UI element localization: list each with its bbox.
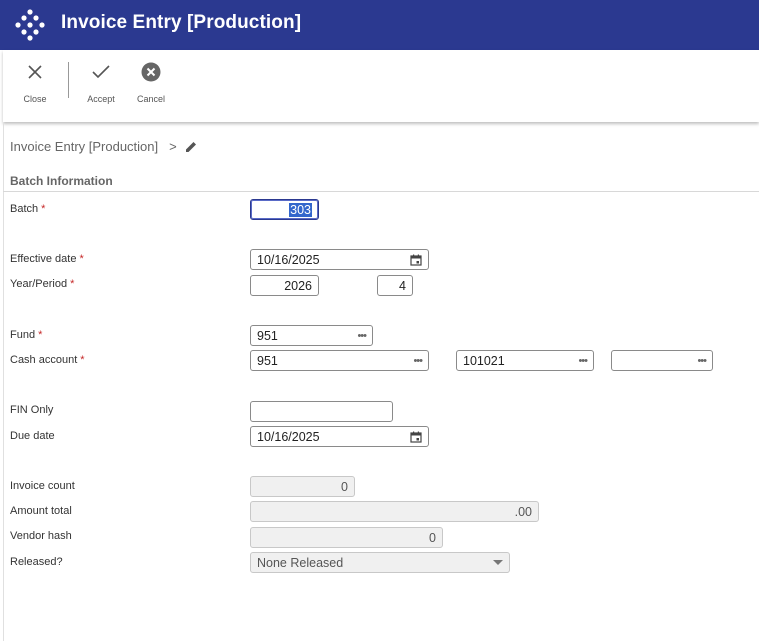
- section-divider: [3, 191, 759, 192]
- cash-account-number-value: 101021: [463, 353, 505, 368]
- required-marker: *: [79, 253, 84, 265]
- cancel-label: Cancel: [136, 94, 165, 104]
- close-icon: [28, 65, 42, 79]
- close-label: Close: [23, 94, 47, 104]
- fin-only-input[interactable]: [250, 401, 393, 422]
- effective-date-value: 10/16/2025: [257, 252, 320, 267]
- cash-account-extra-input[interactable]: •••: [611, 350, 713, 371]
- year-input[interactable]: 2026: [250, 275, 319, 296]
- required-marker: *: [80, 354, 85, 366]
- calendar-button[interactable]: [410, 254, 422, 266]
- amount-total-label: Amount total: [10, 505, 72, 517]
- released-label: Released?: [10, 556, 63, 568]
- effective-date-input[interactable]: 10/16/2025: [250, 249, 429, 270]
- batch-label-text: Batch: [10, 203, 39, 215]
- cash-account-label: Cash account *: [10, 354, 85, 366]
- year-period-label: Year/Period *: [10, 278, 74, 290]
- cancel-button[interactable]: Cancel: [126, 60, 176, 104]
- year-period-label-text: Year/Period: [10, 278, 68, 290]
- pencil-icon[interactable]: [184, 140, 198, 154]
- invoice-count-value: 0: [341, 479, 348, 494]
- amount-total-field: .00: [250, 501, 539, 522]
- vendor-hash-field: 0: [250, 527, 443, 548]
- breadcrumb-separator: >: [169, 139, 177, 154]
- chevron-down-icon: [493, 560, 503, 565]
- cancel-circle-icon: [141, 62, 161, 82]
- invoice-count-label: Invoice count: [10, 480, 75, 492]
- calendar-button[interactable]: [410, 431, 422, 443]
- breadcrumb-page[interactable]: Invoice Entry [Production]: [10, 139, 158, 154]
- fund-value: 951: [257, 328, 278, 343]
- ellipsis-icon[interactable]: •••: [413, 355, 423, 367]
- toolbar: Close Accept Cancel: [3, 50, 759, 122]
- app-logo-icon: [15, 9, 45, 41]
- effective-date-label-text: Effective date: [10, 253, 77, 265]
- toolbar-divider: [68, 62, 69, 98]
- checkmark-icon: [92, 65, 110, 79]
- content-border: [3, 122, 4, 641]
- vendor-hash-label: Vendor hash: [10, 530, 72, 542]
- cash-account-fund-input[interactable]: 951 •••: [250, 350, 429, 371]
- batch-input[interactable]: 303: [250, 199, 319, 220]
- fund-input[interactable]: 951 •••: [250, 325, 373, 346]
- cash-account-fund-value: 951: [257, 353, 278, 368]
- period-value: 4: [399, 278, 406, 293]
- required-marker: *: [70, 278, 75, 290]
- fund-label-text: Fund: [10, 329, 36, 341]
- fin-only-label: FIN Only: [10, 404, 54, 416]
- app-header: Invoice Entry [Production]: [0, 0, 759, 50]
- accept-label: Accept: [87, 94, 115, 104]
- cash-account-label-text: Cash account: [10, 354, 78, 366]
- required-marker: *: [41, 203, 46, 215]
- ellipsis-icon[interactable]: •••: [578, 355, 588, 367]
- calendar-icon: [410, 431, 422, 443]
- due-date-value: 10/16/2025: [257, 429, 320, 444]
- accept-button[interactable]: Accept: [76, 60, 126, 104]
- due-date-label: Due date: [10, 430, 55, 442]
- invoice-count-field: 0: [250, 476, 355, 497]
- close-button[interactable]: Close: [10, 60, 60, 104]
- breadcrumb: Invoice Entry [Production] >: [10, 139, 198, 154]
- ellipsis-icon[interactable]: •••: [697, 355, 707, 367]
- vendor-hash-value: 0: [429, 530, 436, 545]
- fund-label: Fund *: [10, 329, 42, 341]
- cash-account-number-input[interactable]: 101021 •••: [456, 350, 594, 371]
- batch-label: Batch *: [10, 203, 45, 215]
- released-select[interactable]: None Released: [250, 552, 510, 573]
- effective-date-label: Effective date *: [10, 253, 84, 265]
- required-marker: *: [38, 329, 43, 341]
- period-input[interactable]: 4: [377, 275, 413, 296]
- ellipsis-icon[interactable]: •••: [357, 330, 367, 342]
- year-value: 2026: [284, 278, 312, 293]
- amount-total-value: .00: [514, 504, 532, 519]
- calendar-icon: [410, 254, 422, 266]
- released-value: None Released: [257, 555, 344, 570]
- batch-value: 303: [289, 202, 312, 217]
- section-title: Batch Information: [10, 174, 113, 188]
- app-title: Invoice Entry [Production]: [61, 12, 302, 33]
- due-date-input[interactable]: 10/16/2025: [250, 426, 429, 447]
